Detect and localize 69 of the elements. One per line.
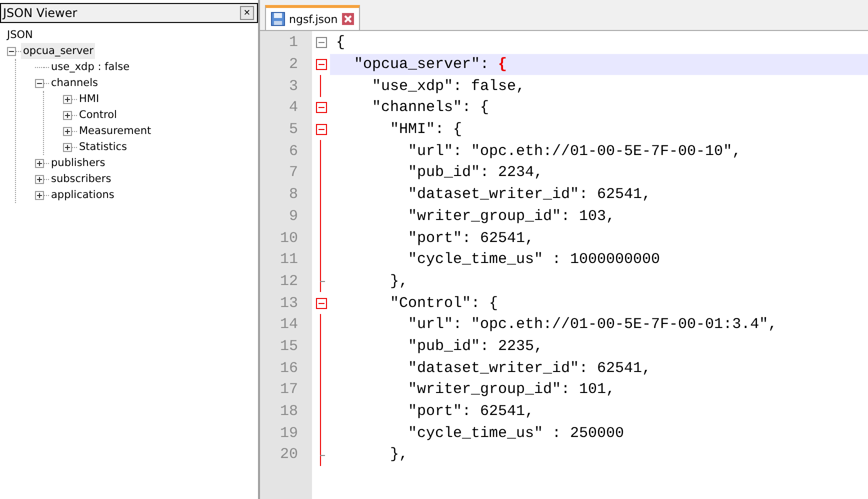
tree-item[interactable]: HMI — [77, 91, 102, 107]
line-number: 3 — [288, 78, 299, 95]
tree-item[interactable]: applications — [49, 187, 116, 203]
line-number: 13 — [278, 294, 299, 312]
line-number: 10 — [278, 230, 299, 247]
expander-icon[interactable] — [35, 78, 44, 88]
tree-root: JSON — [7, 28, 34, 43]
code-line: "writer_group_id": 101, — [407, 381, 616, 398]
collapse-icon[interactable] — [316, 298, 326, 309]
line-number: 16 — [278, 360, 299, 377]
code-line: "HMI": { — [389, 121, 462, 138]
expander-icon[interactable] — [35, 158, 44, 168]
code-line: }, — [389, 446, 408, 464]
code-line: "dataset_writer_id": 62541, — [407, 360, 652, 377]
tree-item[interactable]: Control — [77, 107, 119, 123]
line-number: 6 — [288, 142, 299, 160]
tree-item[interactable]: channels — [49, 75, 100, 91]
file-tab[interactable]: ngsf.json — [265, 5, 360, 30]
tree-item[interactable]: subscribers — [49, 171, 114, 187]
collapse-icon[interactable] — [316, 124, 326, 136]
code-line: "use_xdp": false, — [371, 78, 526, 95]
line-number: 12 — [278, 272, 299, 290]
tree-item[interactable]: Statistics — [77, 139, 129, 155]
code-line: "cycle_time_us" : 250000 — [407, 424, 624, 442]
line-number: 2 — [288, 56, 299, 74]
code-line: "url": "opc.eth://01-00-5E-7F-00-10", — [407, 142, 742, 160]
code-line: "url": "opc.eth://01-00-5E-7F-00-01:3.4", — [407, 316, 778, 334]
expander-icon[interactable] — [63, 110, 72, 120]
line-number: 20 — [278, 446, 299, 464]
tree-item[interactable]: opcua_server — [21, 43, 96, 59]
line-number: 14 — [278, 316, 299, 334]
expander-icon[interactable] — [7, 46, 16, 56]
expander-icon[interactable] — [35, 190, 44, 200]
save-icon — [271, 12, 285, 26]
code-line: "port": 62541, — [407, 403, 534, 420]
line-number: 11 — [278, 251, 299, 268]
line-number: 9 — [288, 208, 299, 225]
expander-icon[interactable] — [63, 94, 72, 104]
tree-item[interactable]: publishers — [49, 155, 108, 171]
code-line: "cycle_time_us" : 1000000000 — [407, 251, 660, 268]
close-button[interactable]: × — [240, 6, 254, 20]
line-number: 5 — [288, 121, 299, 138]
close-icon[interactable] — [342, 13, 354, 25]
panel-title: JSON Viewer — [3, 6, 78, 20]
line-number: 4 — [288, 99, 299, 116]
collapse-icon[interactable] — [316, 37, 326, 48]
line-number: 1 — [288, 34, 299, 52]
expander-icon[interactable] — [63, 142, 72, 152]
expander-icon[interactable] — [35, 174, 44, 184]
line-number: 18 — [278, 403, 299, 420]
code-line: "pub_id": 2234, — [407, 164, 544, 182]
tree-item[interactable]: Measurement — [77, 123, 154, 139]
line-number: 15 — [278, 338, 299, 355]
collapse-icon[interactable] — [316, 102, 326, 114]
code-line: "Control": { — [389, 294, 498, 312]
code-line: "pub_id": 2235, — [407, 338, 544, 355]
code-line: "channels": { — [371, 99, 490, 116]
code-line: }, — [389, 272, 408, 290]
line-number: 19 — [278, 424, 299, 442]
code-line: { — [335, 34, 346, 52]
line-number: 17 — [278, 381, 299, 398]
collapse-icon[interactable] — [316, 59, 326, 70]
expander-icon[interactable] — [63, 126, 72, 136]
tree-item[interactable]: use_xdp : false — [49, 59, 132, 75]
code-line: "port": 62541, — [407, 230, 534, 247]
line-number: 8 — [288, 186, 299, 204]
line-number: 7 — [288, 164, 299, 182]
code-line: "dataset_writer_id": 62541, — [407, 186, 652, 204]
code-line: "writer_group_id": 103, — [407, 208, 616, 225]
